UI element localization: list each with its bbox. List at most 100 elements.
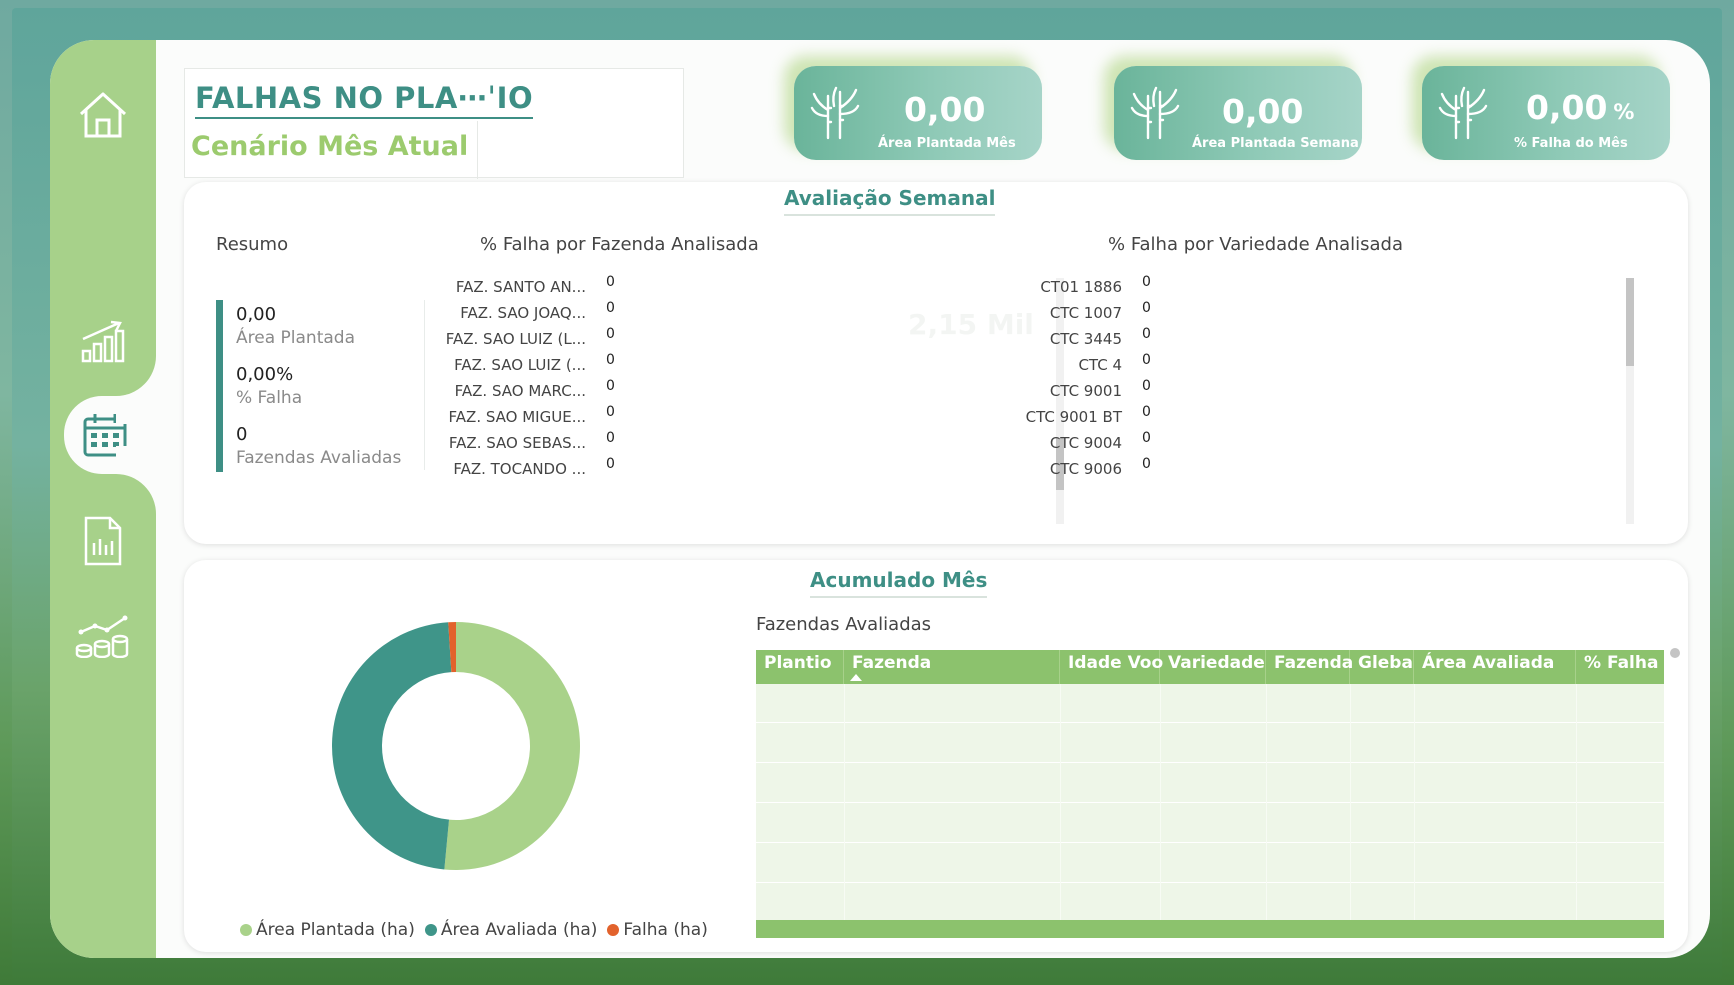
col-idade-voo[interactable]: Idade Voo bbox=[1060, 650, 1163, 684]
nav-home[interactable] bbox=[64, 76, 142, 154]
slice-area-avaliada[interactable] bbox=[332, 622, 452, 870]
table-col-line bbox=[844, 684, 845, 920]
resumo-falha-value: 0,00% bbox=[236, 364, 294, 385]
table-total-row bbox=[756, 920, 1664, 938]
fazendas-table: Plantio Fazenda Idade Voo Variedade Faze… bbox=[756, 650, 1664, 938]
kpi-value: 0,00 bbox=[904, 90, 986, 129]
legend-item-falha[interactable]: Falha (ha) bbox=[607, 920, 708, 940]
kpi-value: 0,00 bbox=[1222, 92, 1304, 131]
sugarcane-icon bbox=[1130, 86, 1180, 140]
nav-report[interactable] bbox=[64, 502, 142, 580]
data-label: 0 bbox=[1142, 456, 1151, 472]
category-label: CTC 9001 BT bbox=[1025, 408, 1122, 426]
coins-growth-icon bbox=[75, 615, 129, 658]
donut-chart bbox=[332, 622, 581, 870]
kpi-falha-mes: 0,00% % Falha do Mês bbox=[1422, 66, 1670, 160]
resumo-area-value: 0,00 bbox=[236, 304, 277, 325]
weekly-card: Avaliação Semanal Resumo 0,00 Área Plant… bbox=[184, 182, 1688, 544]
donut-legend: Área Plantada (ha) Área Avaliada (ha) Fa… bbox=[240, 920, 708, 940]
category-label: CTC 3445 bbox=[1049, 330, 1122, 348]
data-label: 0 bbox=[1142, 300, 1151, 316]
data-label: 0 bbox=[606, 378, 615, 394]
resumo-area-label: Área Plantada bbox=[236, 328, 355, 348]
legend-item-area-avaliada[interactable]: Área Avaliada (ha) bbox=[424, 920, 597, 940]
data-label: 0 bbox=[606, 326, 615, 342]
col-area-avaliada[interactable]: Área Avaliada bbox=[1414, 650, 1576, 684]
data-label: 0 bbox=[1142, 378, 1151, 394]
sort-ascending-icon[interactable] bbox=[850, 674, 862, 681]
sugarcane-icon bbox=[810, 86, 860, 140]
kpi-area-plantada-semana: 0,00 Área Plantada Semana bbox=[1114, 66, 1362, 160]
kpi-label: Área Plantada Mês bbox=[878, 136, 1016, 151]
farm-chart-label: % Falha por Fazenda Analisada bbox=[480, 234, 759, 255]
col-fazenda[interactable]: Fazenda bbox=[844, 650, 1060, 684]
data-label: 0 bbox=[1142, 404, 1151, 420]
category-label: CTC 1007 bbox=[1049, 304, 1122, 322]
col-falha[interactable]: % Falha bbox=[1576, 650, 1664, 684]
data-label: 0 bbox=[1142, 430, 1151, 446]
category-label: FAZ. SAO JOAQ... bbox=[460, 304, 586, 322]
table-col-line bbox=[1576, 684, 1577, 920]
home-icon bbox=[79, 92, 127, 138]
col-gleba[interactable]: Gleba bbox=[1350, 650, 1414, 684]
farm-chart-watermark: 2,15 Mil bbox=[908, 308, 1034, 341]
variety-scrollbar[interactable] bbox=[1626, 278, 1634, 524]
data-label: 0 bbox=[606, 404, 615, 420]
kpi-label: Área Plantada Semana bbox=[1192, 136, 1359, 151]
table-row bbox=[756, 842, 1664, 843]
table-col-line bbox=[1160, 684, 1161, 920]
report-icon bbox=[84, 516, 122, 566]
category-label: FAZ. SAO MARC... bbox=[454, 382, 586, 400]
data-label: 0 bbox=[606, 274, 615, 290]
legend-item-area-plantada[interactable]: Área Plantada (ha) bbox=[240, 920, 415, 940]
kpi-value: 0,00% bbox=[1526, 88, 1635, 127]
category-label: CTC 9006 bbox=[1049, 460, 1122, 478]
table-header: Plantio Fazenda Idade Voo Variedade Faze… bbox=[756, 650, 1664, 684]
page-subtitle: Cenário Mês Atual bbox=[191, 131, 469, 162]
resumo-label: Resumo bbox=[216, 234, 289, 255]
resumo-falha-label: % Falha bbox=[236, 388, 303, 408]
col-plantio[interactable]: Plantio bbox=[756, 650, 844, 684]
data-label: 0 bbox=[606, 430, 615, 446]
dashboard-canvas: FALHAS NO PLA⋯ˈIO Cenário Mês Atual 0,00… bbox=[50, 40, 1710, 958]
monthly-card: Acumulado Mês Área Plantada (ha) Área Av… bbox=[184, 560, 1688, 952]
category-label: FAZ. TOCANDO ... bbox=[453, 460, 586, 478]
resumo-fazendas-value: 0 bbox=[236, 424, 248, 445]
resumo-accent-bar bbox=[216, 300, 223, 472]
table-row bbox=[756, 722, 1664, 723]
kpi-area-plantada-mes: 0,00 Área Plantada Mês bbox=[794, 66, 1042, 160]
resumo-fazendas-label: Fazendas Avaliadas bbox=[236, 448, 402, 468]
table-col-line bbox=[1266, 684, 1267, 920]
category-label: CT01 1886 bbox=[1040, 278, 1122, 296]
data-label: 0 bbox=[606, 300, 615, 316]
table-col-line bbox=[1414, 684, 1415, 920]
variety-scroll-thumb[interactable] bbox=[1626, 278, 1634, 366]
nav-coins[interactable] bbox=[64, 596, 142, 674]
category-label: FAZ. SAO MIGUE... bbox=[448, 408, 586, 426]
weekly-title: Avaliação Semanal bbox=[784, 186, 996, 216]
table-col-line bbox=[1350, 684, 1351, 920]
data-label: 0 bbox=[606, 352, 615, 368]
variety-chart-label: % Falha por Variedade Analisada bbox=[1108, 234, 1403, 255]
data-label: 0 bbox=[1142, 274, 1151, 290]
monthly-title: Acumulado Mês bbox=[810, 568, 988, 598]
data-label: 0 bbox=[1142, 326, 1151, 342]
data-label: 0 bbox=[606, 456, 615, 472]
calendar-icon bbox=[83, 414, 127, 457]
resumo-divider bbox=[424, 300, 425, 470]
table-row bbox=[756, 802, 1664, 803]
table-label: Fazendas Avaliadas bbox=[756, 614, 932, 635]
title-box: FALHAS NO PLA⋯ˈIO Cenário Mês Atual bbox=[184, 68, 684, 179]
app-frame: FALHAS NO PLA⋯ˈIO Cenário Mês Atual 0,00… bbox=[12, 8, 1722, 980]
nav-calendar[interactable] bbox=[64, 396, 156, 474]
sidebar bbox=[50, 40, 156, 958]
table-scroll-handle[interactable] bbox=[1670, 648, 1680, 658]
slice-area-plantada[interactable] bbox=[444, 622, 581, 870]
title-divider bbox=[477, 121, 478, 179]
col-variedade[interactable]: Variedade bbox=[1160, 650, 1266, 684]
category-label: FAZ. SAO SEBAS... bbox=[448, 434, 586, 452]
col-fazenda-2[interactable]: Fazenda bbox=[1266, 650, 1353, 684]
page-title: FALHAS NO PLA⋯ˈIO bbox=[195, 81, 534, 119]
kpi-label: % Falha do Mês bbox=[1514, 136, 1628, 151]
category-label: FAZ. SAO LUIZ (L... bbox=[445, 330, 586, 348]
